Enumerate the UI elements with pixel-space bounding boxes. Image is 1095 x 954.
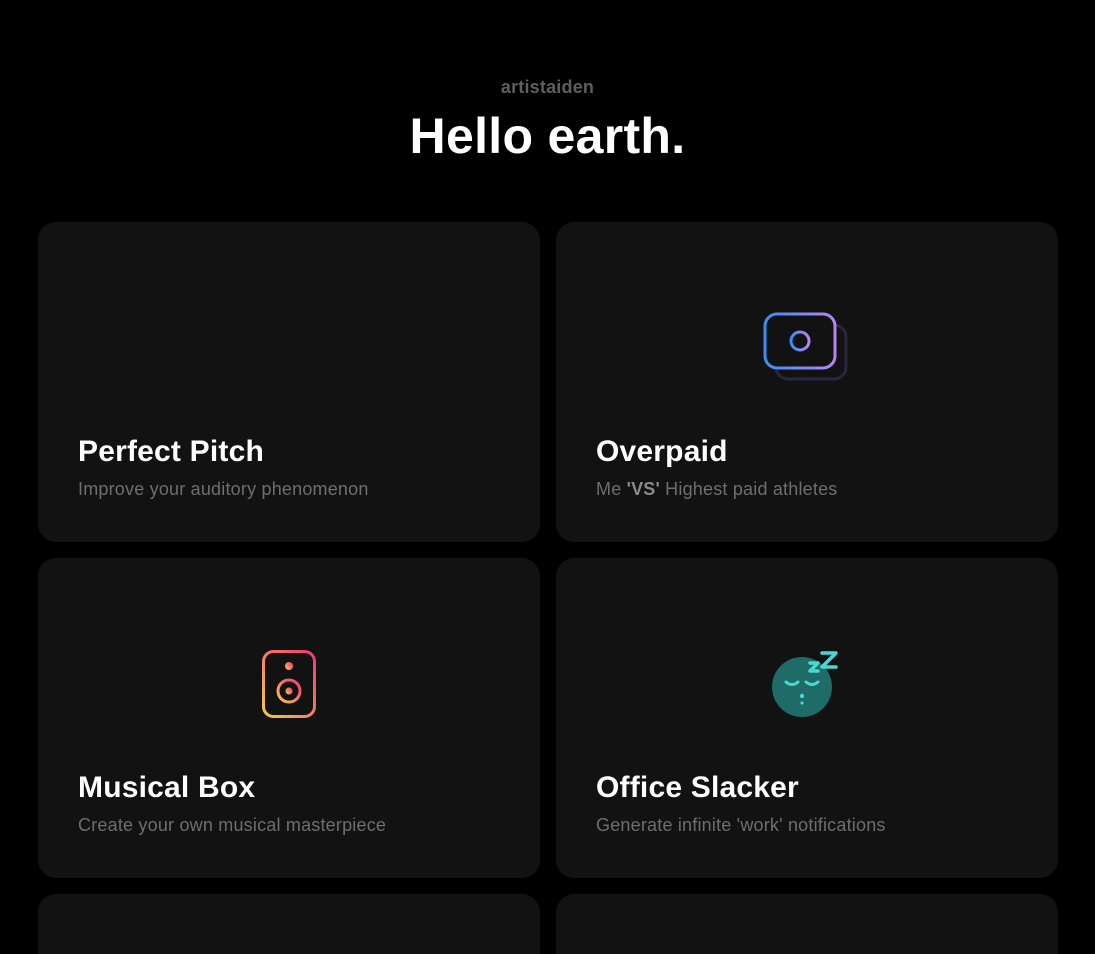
app-title: Musical Box: [78, 771, 256, 804]
app-title: Perfect Pitch: [78, 435, 264, 468]
sound-wave-icon: [38, 310, 540, 386]
page-header: artistaiden Hello earth.: [0, 0, 1095, 164]
page-title: Hello earth.: [409, 108, 686, 164]
app-title: Office Slacker: [596, 771, 799, 804]
app-card-perfect-pitch[interactable]: Perfect Pitch Improve your auditory phen…: [38, 222, 540, 542]
app-grid: Perfect Pitch Improve your auditory phen…: [38, 222, 1058, 954]
sleeping-face-icon: [556, 646, 1058, 722]
app-description: Me 'VS' Highest paid athletes: [596, 477, 838, 501]
app-card-musical-box[interactable]: Musical Box Create your own musical mast…: [38, 558, 540, 878]
app-card-office-slacker[interactable]: Office Slacker Generate infinite 'work' …: [556, 558, 1058, 878]
description-prefix: Me: [596, 479, 627, 499]
app-description: Generate infinite 'work' notifications: [596, 815, 886, 835]
app-card[interactable]: [556, 894, 1058, 954]
money-bill-icon: [556, 310, 1058, 386]
description-suffix: Highest paid athletes: [659, 479, 838, 499]
username: artistaiden: [500, 77, 595, 97]
description-emphasis: 'VS': [626, 479, 660, 499]
app-title: Overpaid: [596, 435, 728, 468]
app-description: Improve your auditory phenomenon: [78, 479, 369, 499]
app-card[interactable]: [38, 894, 540, 954]
speaker-icon: [38, 646, 540, 722]
app-card-overpaid[interactable]: Overpaid Me 'VS' Highest paid athletes: [556, 222, 1058, 542]
app-description: Create your own musical masterpiece: [78, 815, 387, 835]
